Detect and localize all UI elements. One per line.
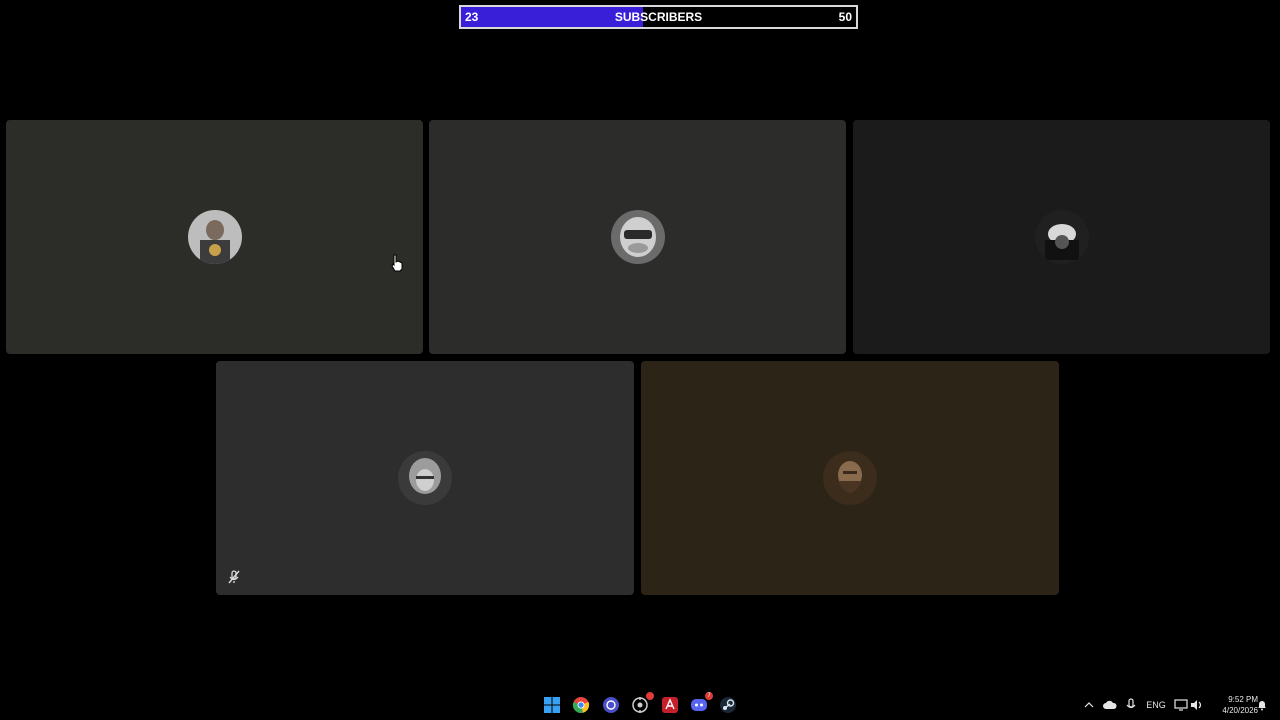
participant-tile[interactable] (216, 361, 634, 595)
language-indicator[interactable]: ENG (1144, 696, 1168, 714)
volume-icon[interactable] (1190, 696, 1204, 714)
windows-start-icon[interactable] (541, 694, 563, 716)
chevron-up-icon[interactable] (1082, 696, 1096, 714)
notification-dot-icon (646, 692, 654, 700)
subscriber-goal-bar: 23 SUBSCRIBERS 50 (459, 5, 858, 29)
notifications-icon[interactable] (1256, 696, 1268, 714)
acrobat-icon[interactable] (659, 694, 681, 716)
participant-tile[interactable] (429, 120, 846, 354)
network-icon[interactable] (1174, 696, 1188, 714)
clock-date: 4/20/2026 (1222, 706, 1258, 715)
participant-tile[interactable] (853, 120, 1270, 354)
hand-cursor-icon (390, 254, 404, 272)
subscriber-label: SUBSCRIBERS (614, 10, 703, 24)
gear-app-icon[interactable] (629, 692, 654, 716)
steam-icon[interactable] (717, 694, 739, 716)
participant-avatar[interactable] (610, 210, 665, 264)
microphone-icon[interactable] (1124, 696, 1138, 714)
chrome-icon[interactable] (570, 694, 592, 716)
participant-tile[interactable] (6, 120, 423, 354)
participant-tile[interactable] (641, 361, 1059, 595)
clock-time: 9:52 PM (1228, 695, 1258, 704)
screen: 23 SUBSCRIBERS 50 7 ENG 9:52 PM 4/20/202… (0, 0, 1280, 720)
microphone-muted-icon (226, 569, 242, 585)
subscriber-goal: 50 (838, 10, 852, 24)
system-clock[interactable]: 9:52 PM 4/20/2026 (1222, 694, 1258, 716)
obs-icon[interactable] (600, 694, 622, 716)
participant-avatar[interactable] (398, 451, 452, 505)
onedrive-icon[interactable] (1102, 696, 1118, 714)
discord-badge: 7 (705, 692, 713, 700)
participant-avatar[interactable] (1034, 210, 1089, 264)
taskbar: 7 ENG 9:52 PM 4/20/2026 (0, 690, 1280, 720)
participant-avatar[interactable] (187, 210, 242, 264)
discord-icon[interactable]: 7 (688, 692, 713, 716)
participant-avatar[interactable] (823, 451, 877, 505)
